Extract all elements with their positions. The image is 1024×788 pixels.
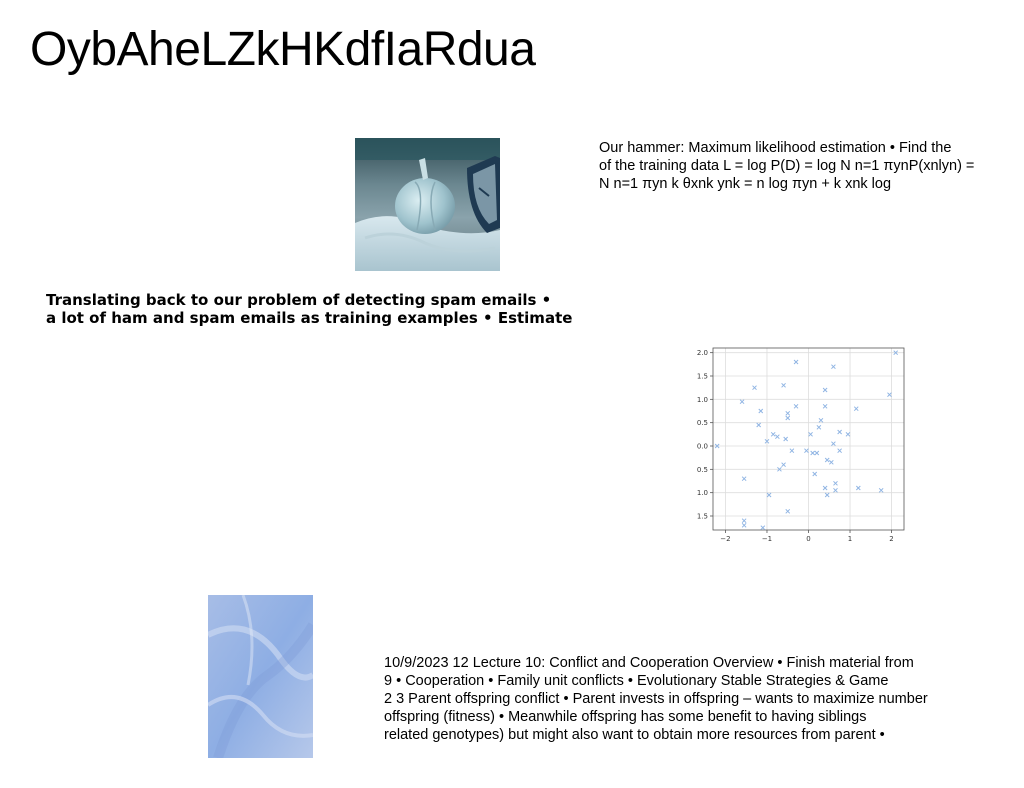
data-point: [785, 415, 791, 421]
text-line: related genotypes) but might also want t…: [384, 727, 885, 743]
data-point: [789, 448, 795, 454]
x-tick-label: 0: [806, 535, 810, 543]
y-tick-label: 1.5: [697, 373, 708, 381]
text-line: Translating back to our problem of detec…: [46, 291, 552, 309]
data-point: [810, 450, 816, 456]
scatter-plot: −2 −1 0 1 2 −1.5 −1.0 −0.5 0.0 0.5 1.0 1.5 2.0: [691, 344, 912, 544]
data-point: [818, 417, 824, 423]
y-tick-label: 2.0: [697, 349, 708, 357]
data-point: [831, 441, 836, 447]
data-point: [887, 392, 892, 398]
data-point: [770, 431, 776, 437]
data-point: [853, 406, 859, 412]
data-point: [822, 387, 828, 393]
y-tick-label: −1.0: [697, 489, 708, 497]
abstract-blue-image: [206, 594, 318, 760]
data-point: [816, 424, 822, 430]
text-line: N n=1 πyn k θxnk ynk = n log πyn + k xnk…: [599, 176, 892, 192]
data-point: [756, 422, 762, 428]
data-point: [752, 385, 757, 391]
data-point: [775, 434, 780, 440]
pumpkin-photo: [355, 138, 500, 271]
y-tick-label: −0.5: [697, 466, 708, 474]
spam-detection-text-block: Translating back to our problem of detec…: [46, 291, 572, 327]
data-point: [781, 462, 786, 468]
data-point: [781, 382, 786, 388]
data-point: [741, 476, 747, 482]
data-point: [785, 410, 791, 416]
y-tick-label: −1.5: [697, 513, 708, 521]
likelihood-text-block: Our hammer: Maximum likelihood estimatio…: [599, 139, 974, 193]
data-point: [785, 508, 791, 514]
y-tick-label: 0.0: [697, 443, 708, 451]
text-line: offspring (fitness) • Meanwhile offsprin…: [384, 709, 867, 725]
text-line: 2 3 Parent offspring conflict • Parent i…: [384, 691, 928, 707]
data-point: [766, 492, 772, 498]
x-tick-label: 1: [848, 535, 852, 543]
scatter-plot-svg: −2 −1 0 1 2 −1.5 −1.0 −0.5 0.0 0.5 1.0 1.5 2.0: [691, 347, 905, 543]
x-tick-label: −1: [762, 535, 772, 543]
data-point: [828, 459, 834, 465]
data-point: [793, 359, 799, 365]
text-line: 9 • Cooperation • Family unit conflicts …: [384, 673, 889, 689]
lecture-text-block: 10/9/2023 12 Lecture 10: Conflict and Co…: [384, 654, 928, 744]
data-point: [824, 492, 830, 498]
data-point: [814, 450, 820, 456]
data-point: [739, 399, 745, 405]
data-point: [758, 408, 764, 414]
abstract-blue-graphic: [206, 594, 318, 760]
data-point: [822, 485, 828, 491]
x-tick-label: −2: [720, 535, 730, 543]
data-point: [845, 431, 851, 437]
data-point: [878, 487, 884, 493]
y-tick-label: 1.0: [697, 396, 708, 404]
text-line: a lot of ham and spam emails as training…: [46, 309, 573, 327]
pumpkin-photo-graphic: [355, 138, 500, 271]
data-point: [793, 403, 799, 409]
text-line: of the training data L = log P(D) = log …: [599, 158, 975, 174]
x-tick-label: 2: [889, 535, 893, 543]
data-point: [783, 436, 789, 442]
data-point: [808, 431, 813, 437]
text-line: Our hammer: Maximum likelihood estimatio…: [599, 140, 952, 156]
data-point: [833, 480, 838, 486]
data-point: [833, 487, 838, 493]
data-point: [855, 485, 861, 491]
data-point: [822, 403, 828, 409]
page-title: OybAheLZkHKdfIaRdua: [30, 23, 536, 76]
data-point: [837, 429, 842, 435]
data-point: [804, 448, 809, 454]
y-tick-label: 0.5: [697, 419, 708, 427]
data-point: [812, 471, 818, 477]
data-point: [831, 364, 836, 370]
text-line: 10/9/2023 12 Lecture 10: Conflict and Co…: [384, 655, 914, 671]
data-point: [760, 525, 766, 531]
data-point: [741, 522, 747, 528]
data-point: [837, 448, 842, 454]
data-point: [824, 457, 830, 463]
data-point: [741, 518, 747, 524]
